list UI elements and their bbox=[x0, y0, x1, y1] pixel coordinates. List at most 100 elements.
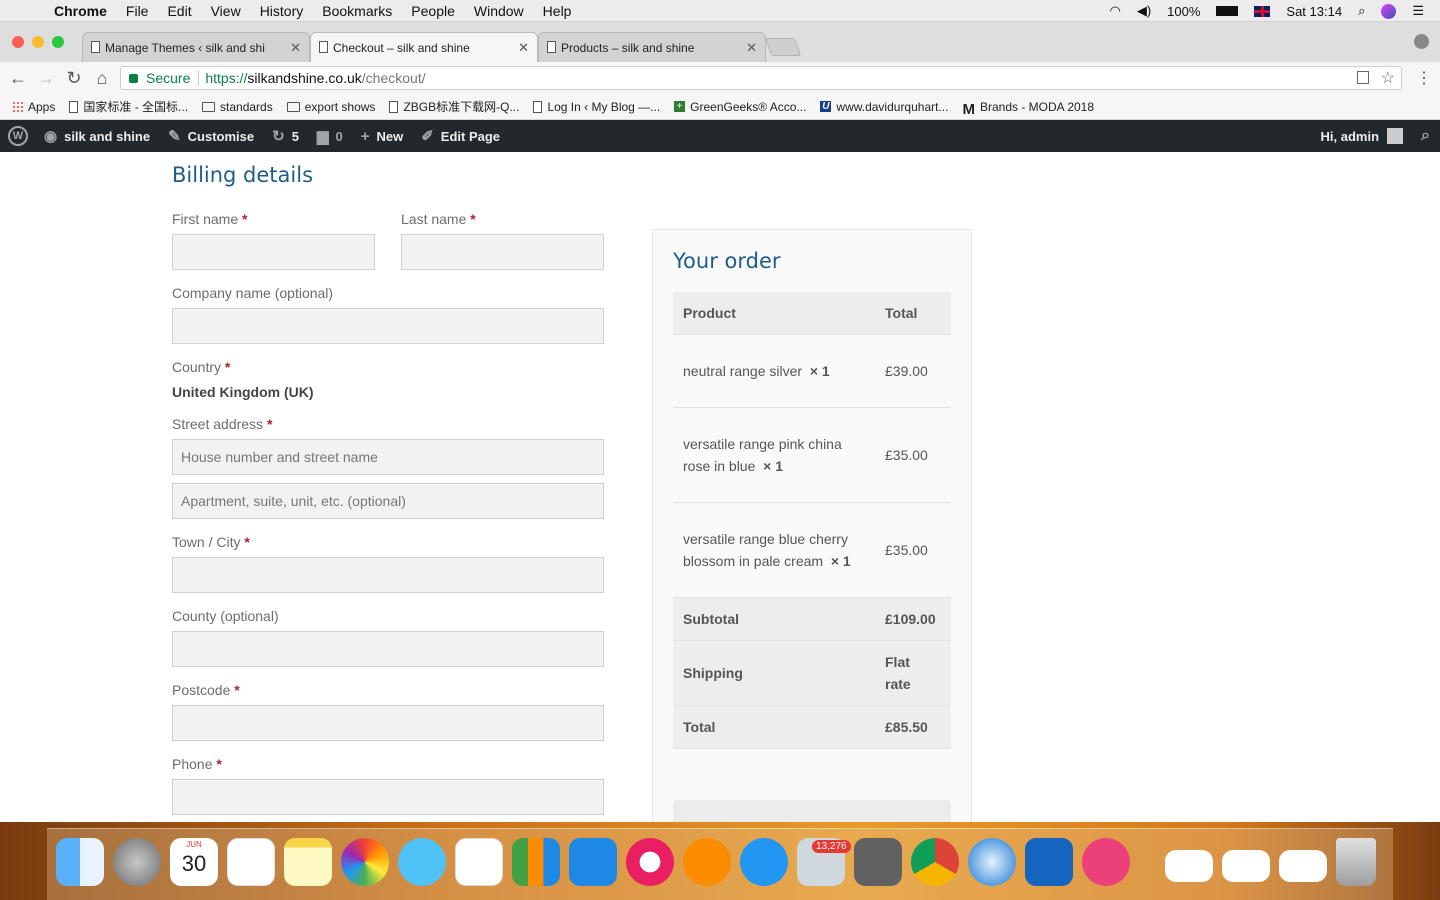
bookmark-star-icon[interactable]: ☆ bbox=[1381, 68, 1395, 88]
minimized-window-safari[interactable] bbox=[1165, 850, 1213, 882]
finder-icon[interactable] bbox=[56, 838, 104, 886]
reminders-icon[interactable] bbox=[227, 838, 275, 886]
messages-icon[interactable] bbox=[398, 838, 446, 886]
reload-icon[interactable]: ↻ bbox=[63, 68, 85, 89]
minimized-window-chrome[interactable] bbox=[1222, 850, 1270, 882]
updates-link[interactable]: ↻ 5 bbox=[272, 127, 299, 145]
chrome-menu-icon[interactable]: ⋮ bbox=[1416, 68, 1432, 88]
avatar[interactable] bbox=[1387, 128, 1404, 144]
menu-edit[interactable]: Edit bbox=[167, 3, 191, 19]
column-product: Product bbox=[683, 305, 736, 321]
secure-label[interactable]: Secure bbox=[146, 70, 190, 86]
tab-manage-themes[interactable]: Manage Themes ‹ silk and shi ✕ bbox=[82, 32, 310, 62]
ibooks-icon[interactable] bbox=[683, 838, 731, 886]
menu-people[interactable]: People bbox=[411, 3, 455, 19]
pages-icon[interactable] bbox=[455, 838, 503, 886]
phone-label: Phone * bbox=[172, 756, 222, 772]
search-icon[interactable]: ⌕ bbox=[1421, 127, 1430, 145]
site-name-link[interactable]: ◉ silk and shine bbox=[44, 127, 150, 145]
tab-close-icon[interactable]: ✕ bbox=[518, 40, 529, 56]
keynote-icon[interactable] bbox=[569, 838, 617, 886]
bookmark-apps[interactable]: Apps bbox=[12, 100, 55, 114]
bookmark-item[interactable]: 国家标准 - 全国标... bbox=[69, 98, 188, 115]
system-preferences-icon[interactable] bbox=[854, 838, 902, 886]
calendar-icon[interactable]: JUN 30 bbox=[170, 838, 218, 886]
window-minimize-button[interactable] bbox=[32, 36, 44, 48]
blocked-popup-icon[interactable] bbox=[1357, 71, 1369, 84]
uk-flag-icon[interactable] bbox=[1254, 5, 1271, 17]
menu-app-name[interactable]: Chrome bbox=[54, 3, 107, 19]
tab-close-icon[interactable]: ✕ bbox=[746, 40, 757, 56]
bookmark-folder-standards[interactable]: standards bbox=[202, 100, 273, 114]
table-row: versatile range blue cherry blossom in p… bbox=[673, 503, 951, 598]
last-name-field[interactable] bbox=[401, 234, 604, 270]
street-address-line1-field[interactable]: House number and street name bbox=[172, 439, 604, 475]
company-field[interactable] bbox=[172, 308, 604, 344]
minimized-window-chrome-2[interactable] bbox=[1279, 850, 1327, 882]
edit-page-link[interactable]: ✐ Edit Page bbox=[421, 127, 500, 145]
tab-close-icon[interactable]: ✕ bbox=[290, 40, 301, 56]
siri-icon[interactable] bbox=[1381, 3, 1397, 19]
first-name-field[interactable] bbox=[172, 234, 375, 270]
menu-help[interactable]: Help bbox=[543, 3, 572, 19]
battery-percent[interactable]: 100% bbox=[1167, 4, 1200, 19]
window-close-button[interactable] bbox=[12, 36, 24, 48]
menu-history[interactable]: History bbox=[260, 3, 304, 19]
trash-icon[interactable] bbox=[1336, 838, 1376, 886]
new-content-link[interactable]: + New bbox=[361, 128, 404, 145]
menu-window[interactable]: Window bbox=[474, 3, 524, 19]
comments-count: 0 bbox=[335, 128, 343, 144]
bookmark-item[interactable]: ZBGB标准下载网-Q... bbox=[389, 98, 519, 115]
bookmark-item[interactable]: + GreenGeeks® Acco... bbox=[674, 100, 806, 114]
bookmark-item[interactable]: Uwww.davidurquhart... bbox=[820, 100, 948, 114]
bookmark-item[interactable]: M Brands - MODA 2018 bbox=[962, 100, 1094, 119]
app-store-icon[interactable] bbox=[740, 838, 788, 886]
page-icon bbox=[547, 41, 556, 53]
address-bar[interactable]: Secure https:// silkandshine.co.uk /chec… bbox=[120, 66, 1402, 90]
spotlight-search-icon[interactable]: ⌕ bbox=[1358, 3, 1365, 19]
clock[interactable]: Sat 13:14 bbox=[1286, 4, 1342, 19]
menu-file[interactable]: File bbox=[126, 3, 149, 19]
launchpad-icon[interactable] bbox=[113, 838, 161, 886]
vpn-shield-icon[interactable] bbox=[1025, 838, 1073, 886]
town-city-label: Town / City * bbox=[172, 534, 250, 550]
wordpress-logo-icon[interactable]: W bbox=[8, 126, 28, 146]
phone-field[interactable] bbox=[172, 779, 604, 815]
wifi-icon[interactable]: ◠ bbox=[1109, 3, 1120, 19]
itunes-icon[interactable] bbox=[626, 838, 674, 886]
column-total: Total bbox=[885, 305, 918, 321]
county-field[interactable] bbox=[172, 631, 604, 667]
lock-icon[interactable] bbox=[129, 73, 138, 83]
notification-center-icon[interactable]: ☰ bbox=[1412, 3, 1424, 19]
forward-icon[interactable]: → bbox=[35, 68, 57, 89]
county-label: County (optional) bbox=[172, 608, 279, 624]
back-icon[interactable]: ← bbox=[7, 68, 29, 89]
new-tab-button[interactable] bbox=[764, 38, 802, 56]
street-address-line2-field[interactable]: Apartment, suite, unit, etc. (optional) bbox=[172, 483, 604, 519]
bookmark-label: 国家标准 - 全国标... bbox=[83, 100, 189, 114]
profile-icon[interactable] bbox=[1414, 34, 1429, 49]
window-zoom-button[interactable] bbox=[52, 36, 64, 48]
tab-products[interactable]: Products – silk and shine ✕ bbox=[538, 32, 766, 62]
home-icon[interactable]: ⌂ bbox=[91, 68, 113, 89]
bookmark-folder-export-shows[interactable]: export shows bbox=[286, 100, 375, 114]
menu-bookmarks[interactable]: Bookmarks bbox=[322, 3, 392, 19]
town-city-field[interactable] bbox=[172, 557, 604, 593]
battery-icon[interactable] bbox=[1216, 6, 1239, 16]
photos-icon[interactable] bbox=[341, 838, 389, 886]
safari-icon[interactable] bbox=[968, 838, 1016, 886]
volume-icon[interactable]: ◀) bbox=[1137, 3, 1151, 19]
postcode-field[interactable] bbox=[172, 705, 604, 741]
bookmark-item[interactable]: Log In ‹ My Blog —... bbox=[533, 100, 660, 114]
numbers-icon[interactable] bbox=[512, 838, 560, 886]
chrome-icon[interactable] bbox=[911, 838, 959, 886]
comments-link[interactable]: ▆ 0 bbox=[317, 127, 343, 145]
new-label: New bbox=[376, 128, 404, 144]
bookmark-label: standards bbox=[220, 99, 273, 114]
archive-utility-icon[interactable] bbox=[1082, 838, 1130, 886]
menu-view[interactable]: View bbox=[211, 3, 241, 19]
account-greeting[interactable]: Hi, admin bbox=[1321, 129, 1380, 144]
tab-checkout[interactable]: Checkout – silk and shine ✕ bbox=[310, 32, 538, 63]
notes-icon[interactable] bbox=[284, 838, 332, 886]
customise-link[interactable]: ✎ Customise bbox=[168, 127, 254, 145]
